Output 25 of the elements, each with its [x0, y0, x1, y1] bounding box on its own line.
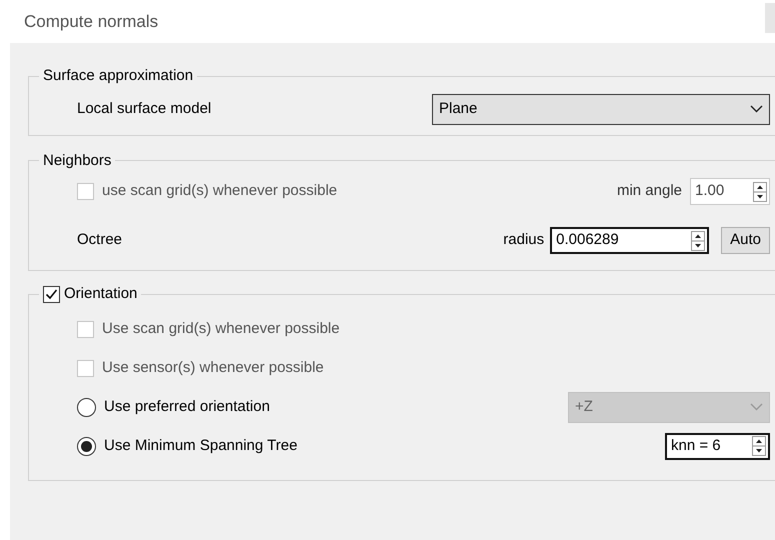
auto-button[interactable]: Auto	[721, 227, 770, 254]
chevron-down-icon	[750, 403, 763, 411]
dropdown[interactable]: Plane	[432, 94, 770, 124]
spin-arrows-icon[interactable]	[752, 436, 766, 456]
checkbox[interactable]	[43, 286, 60, 303]
field-label: Octree	[77, 230, 124, 250]
checkbox-label: use scan grid(s) whenever possible	[102, 181, 338, 202]
window-title: Compute normals	[24, 10, 158, 33]
spin-box[interactable]: knn = 6	[665, 432, 770, 460]
radio-label: Use preferred orientation	[104, 396, 270, 417]
radio-button[interactable]	[77, 398, 96, 416]
checkmark-icon	[45, 288, 58, 301]
field-label: min angle	[616, 181, 682, 202]
checkbox-label: Use sensor(s) whenever possible	[102, 358, 324, 378]
radio-label: Use Minimum Spanning Tree	[104, 436, 298, 456]
checkbox-label: Use scan grid(s) whenever possible	[102, 318, 340, 339]
spin-box[interactable]: 0.006289	[550, 227, 710, 254]
radio-button[interactable]	[77, 436, 96, 456]
group-title: Neighbors	[43, 152, 112, 168]
field-label: radius	[503, 230, 544, 250]
field-label: Local surface model	[77, 98, 212, 119]
spin-arrows-icon[interactable]	[691, 230, 706, 250]
chevron-down-icon	[750, 105, 763, 113]
group-title: Orientation	[64, 284, 138, 304]
group-title: Surface approximation	[43, 67, 194, 84]
